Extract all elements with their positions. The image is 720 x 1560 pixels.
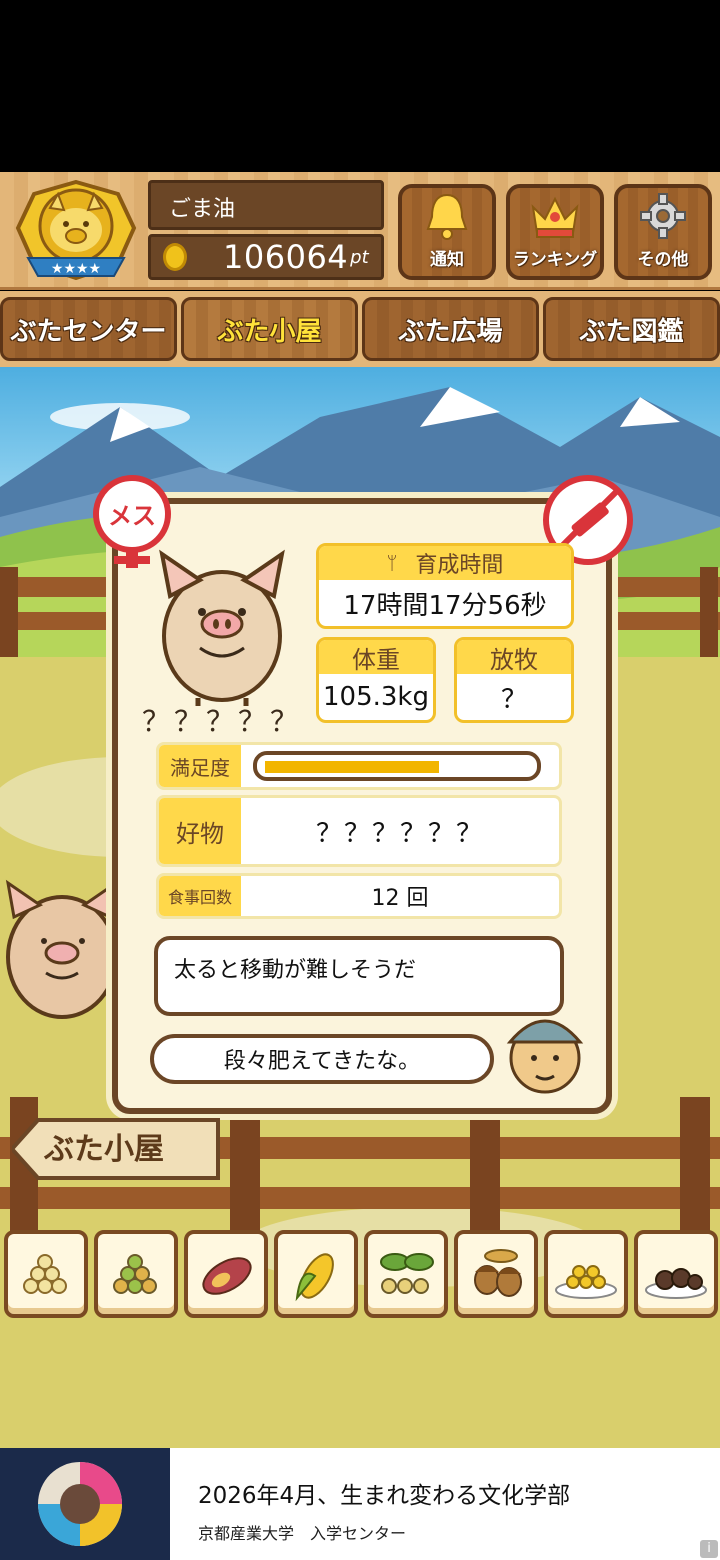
soybean-plate-icon xyxy=(555,1265,617,1299)
player-name: ごま油 xyxy=(148,180,384,230)
sweet-potato-icon xyxy=(202,1257,252,1295)
growth-time-label: 育成時間 xyxy=(415,553,504,578)
satisfaction-fill xyxy=(265,761,439,773)
other-label: その他 xyxy=(637,250,689,270)
ad-subtitle[interactable]: 京都産業大学 入学センター xyxy=(198,1520,406,1544)
pig-portrait xyxy=(159,549,285,706)
svg-text:★★★★: ★★★★ xyxy=(51,261,101,277)
tab-pig-plaza[interactable]: ぶた広場 xyxy=(362,297,539,361)
pig-name: ？？？？？ xyxy=(142,705,303,738)
tab-pig-encyclopedia[interactable]: ぶた図鑑 xyxy=(543,297,720,361)
mixed-grain-icon xyxy=(113,1254,157,1294)
meals-row: 食事回数 12 回 xyxy=(156,873,562,919)
favorite-value: ？？？？？？ xyxy=(315,818,484,849)
other-button[interactable]: その他 xyxy=(614,184,712,280)
tab-pig-plaza-label: ぶた広場 xyxy=(398,316,503,347)
favorite-label: 好物 xyxy=(159,798,241,864)
food-slot-8[interactable] xyxy=(634,1230,718,1318)
gender-text: メス xyxy=(108,502,156,530)
points-display: 106064 pt xyxy=(148,234,384,280)
meals-label: 食事回数 xyxy=(159,876,241,916)
weight-value: 105.3kg xyxy=(323,682,429,712)
growth-time-box: ᛘ 育成時間 17時間17分56秒 xyxy=(316,543,574,629)
status-bar-area xyxy=(0,0,720,172)
corn-icon xyxy=(295,1253,334,1302)
grazing-box: 放牧 ？ xyxy=(454,637,574,723)
meatball-plate-icon xyxy=(645,1268,707,1299)
food-slot-5[interactable] xyxy=(364,1230,448,1318)
meals-value: 12 回 xyxy=(371,886,429,911)
grazing-value: ？ xyxy=(500,684,527,715)
tab-pig-house-label: ぶた小屋 xyxy=(217,316,322,347)
notification-label: 通知 xyxy=(430,250,464,270)
food-slot-3[interactable] xyxy=(184,1230,268,1318)
food-slot-2[interactable] xyxy=(94,1230,178,1318)
satisfaction-value xyxy=(241,745,559,787)
acorn-icon xyxy=(474,1249,522,1297)
tab-pig-center[interactable]: ぶたセンター xyxy=(0,297,177,361)
ad-title[interactable]: 2026年4月、生まれ変わる文化学部 xyxy=(198,1476,570,1510)
favorite-row: 好物 ？？？？？？ xyxy=(156,795,562,867)
tab-pig-center-label: ぶたセンター xyxy=(10,316,167,347)
satisfaction-bar xyxy=(253,751,541,781)
tab-pig-house[interactable]: ぶた小屋 xyxy=(181,297,358,361)
gear-icon xyxy=(640,193,686,239)
beans-leaves-icon xyxy=(380,1253,434,1294)
comment-bubble-2: 段々肥えてきたな。 xyxy=(150,1034,494,1084)
weight-label: 体重 xyxy=(319,640,433,674)
farmer-icon xyxy=(506,1019,584,1094)
ad-info-icon[interactable]: i xyxy=(700,1540,718,1558)
comment-bubble-1: 太ると移動が難しそうだ xyxy=(154,936,564,1016)
rank-badge-icon[interactable]: ★★★★ xyxy=(14,180,138,280)
weight-box: 体重 105.3kg xyxy=(316,637,436,723)
points-value: 106064 xyxy=(223,238,349,276)
food-slot-6[interactable] xyxy=(454,1230,538,1318)
points-unit: pt xyxy=(350,246,369,268)
food-slot-7[interactable] xyxy=(544,1230,628,1318)
signpost-icon: ᛘ xyxy=(386,552,398,574)
grazing-label: 放牧 xyxy=(457,640,571,674)
grain-icon xyxy=(23,1254,67,1294)
ad-image[interactable] xyxy=(0,1448,170,1560)
ad-banner[interactable]: 2026年4月、生まれ変わる文化学部 京都産業大学 入学センター i xyxy=(0,1448,720,1560)
ranking-button[interactable]: ランキング xyxy=(506,184,604,280)
satisfaction-row: 満足度 xyxy=(156,742,562,790)
bell-icon xyxy=(426,193,468,240)
food-bar xyxy=(4,1230,718,1318)
header: ★★★★ ごま油 106064 pt 通知 ランキング その他 xyxy=(0,172,720,290)
sign-label: ぶた小屋 xyxy=(44,1132,164,1167)
ad-visual xyxy=(0,1448,170,1560)
tab-pig-encyclopedia-label: ぶた図鑑 xyxy=(579,316,684,347)
growth-time-value: 17時間17分56秒 xyxy=(343,590,547,621)
food-slot-4[interactable] xyxy=(274,1230,358,1318)
crown-icon xyxy=(531,196,579,238)
coin-icon xyxy=(163,243,187,271)
ranking-label: ランキング xyxy=(512,250,598,270)
food-slot-1[interactable] xyxy=(4,1230,88,1318)
satisfaction-label: 満足度 xyxy=(159,745,241,787)
growth-time-header: ᛘ 育成時間 xyxy=(319,546,571,580)
notification-button[interactable]: 通知 xyxy=(398,184,496,280)
main-tabs: ぶたセンター ぶた小屋 ぶた広場 ぶた図鑑 xyxy=(0,291,720,367)
